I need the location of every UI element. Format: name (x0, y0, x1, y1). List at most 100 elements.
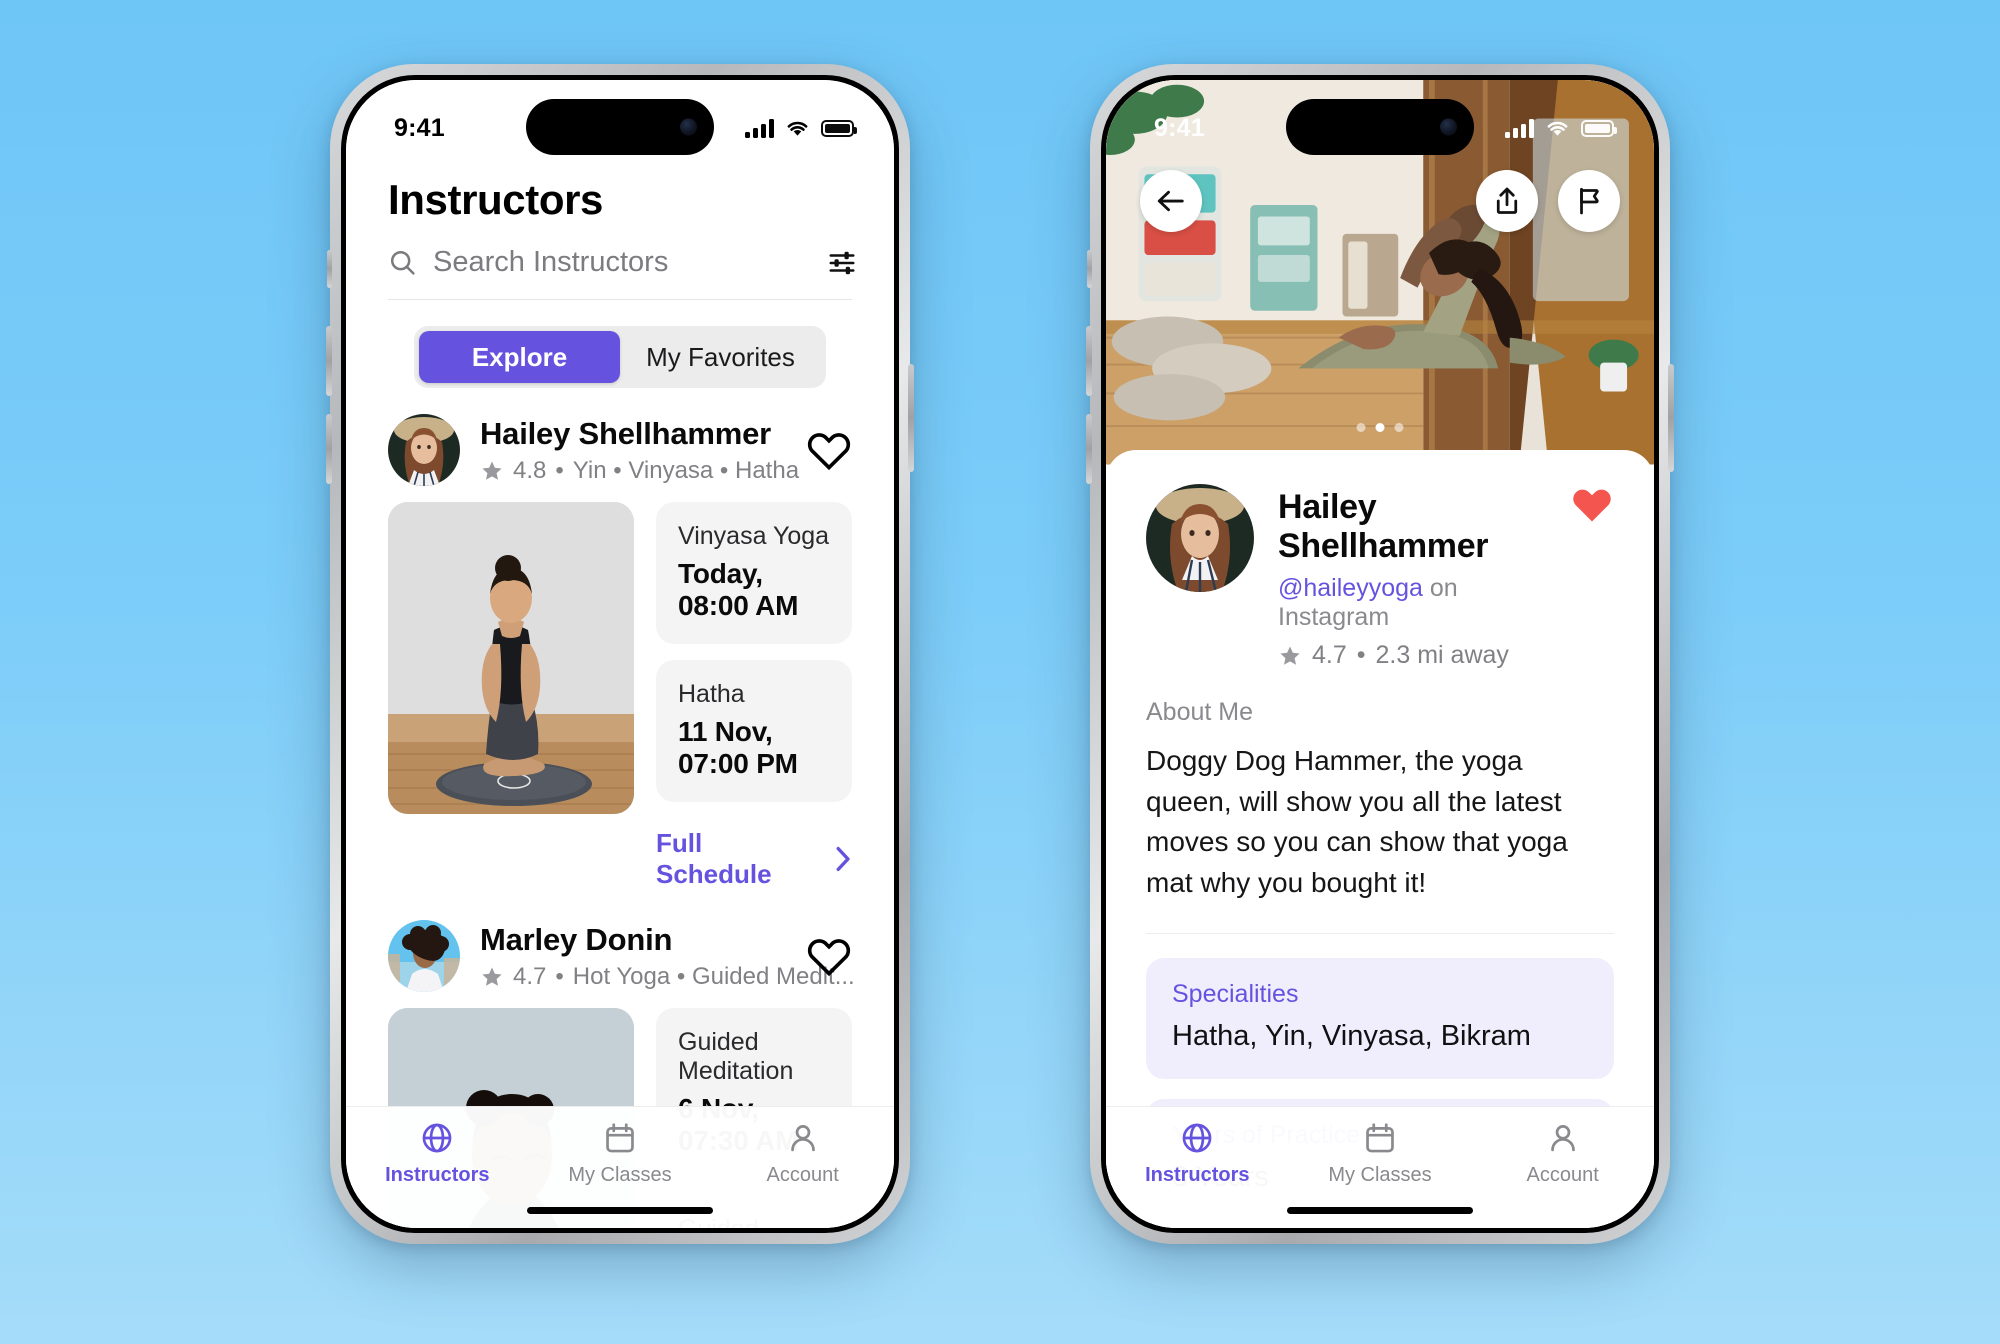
dynamic-island (526, 99, 714, 155)
tab-label: Account (766, 1164, 839, 1186)
report-button[interactable] (1558, 170, 1620, 232)
instagram-line[interactable]: @haileyyoga on Instagram (1278, 574, 1546, 632)
class-datetime: Today, 08:00 AM (678, 558, 799, 621)
instructor-rating: 4.7 (513, 962, 547, 990)
tab-instructors[interactable]: Instructors (346, 1121, 529, 1187)
class-slot[interactable]: Hatha 11 Nov, 07:00 PM (656, 660, 852, 802)
heart-filled-icon[interactable] (1570, 484, 1614, 524)
volume-up-button[interactable] (1086, 326, 1092, 396)
tab-explore[interactable]: Explore (419, 331, 620, 383)
chevron-right-icon (836, 846, 850, 872)
instructor-meta: Marley Donin 4.7 • Hot Yoga • Guided Med… (480, 922, 855, 991)
calendar-icon (606, 1123, 634, 1153)
carousel-dot-active[interactable] (1375, 423, 1385, 432)
power-button[interactable] (908, 364, 914, 472)
instructor-rating: 4.8 (513, 456, 547, 484)
signal-bars-icon (1505, 118, 1534, 138)
rating-separator: • (555, 456, 564, 484)
class-photo[interactable] (388, 502, 634, 814)
profile-body: Hailey Shellhammer @haileyyoga on Instag… (1106, 80, 1654, 1228)
search-bar[interactable] (346, 224, 894, 299)
instagram-handle[interactable]: @haileyyoga (1278, 574, 1423, 602)
star-icon (482, 967, 502, 986)
volume-down-button[interactable] (1086, 414, 1092, 484)
class-title: Hatha (678, 680, 745, 708)
class-title: Vinyasa Yoga (678, 522, 830, 550)
silent-switch[interactable] (327, 250, 332, 288)
tab-label: Instructors (1145, 1164, 1250, 1186)
search-icon (390, 250, 415, 275)
phone-bezel: 9:41 Instructors Search Instructors Expl… (341, 75, 899, 1233)
rating-separator: • (1356, 641, 1366, 669)
about-text: Doggy Dog Hammer, the yoga queen, will s… (1146, 745, 1568, 898)
front-camera-icon (680, 118, 697, 136)
tab-instructors[interactable]: Instructors (1106, 1121, 1289, 1187)
home-indicator[interactable] (527, 1207, 713, 1214)
battery-icon (821, 119, 857, 137)
tab-account[interactable]: Account (1471, 1121, 1654, 1187)
instructor-name: Hailey Shellhammer (480, 415, 772, 451)
segmented-control[interactable]: Explore My Favorites (414, 326, 826, 388)
carousel-dot[interactable] (1356, 423, 1366, 432)
tab-my-classes[interactable]: My Classes (529, 1121, 712, 1187)
silent-switch[interactable] (1087, 250, 1092, 288)
instructor-header[interactable]: Hailey Shellhammer 4.8 • Yin • Vinyasa •… (346, 388, 894, 492)
instructors-scroll[interactable]: Instructors Search Instructors Explore M… (346, 80, 894, 1228)
fact-value: Hatha, Yin, Vinyasa, Bikram (1172, 1020, 1531, 1053)
status-time: 9:41 (394, 113, 445, 142)
instructor-header[interactable]: Marley Donin 4.7 • Hot Yoga • Guided Med… (346, 894, 894, 998)
tab-label: Account (1526, 1164, 1599, 1186)
globe-icon (1182, 1123, 1212, 1153)
wifi-icon (787, 121, 808, 136)
dynamic-island (1286, 99, 1474, 155)
volume-down-button[interactable] (326, 414, 332, 484)
status-time: 9:41 (1154, 113, 1205, 142)
tab-label: My Classes (1328, 1164, 1432, 1186)
volume-up-button[interactable] (326, 326, 332, 396)
tab-my-classes[interactable]: My Classes (1289, 1121, 1472, 1187)
full-schedule-link[interactable]: Full Schedule (656, 818, 852, 894)
profile-distance: 2.3 mi away (1375, 641, 1509, 669)
phone-bezel: Hailey Shellhammer @haileyyoga on Instag… (1101, 75, 1659, 1233)
tab-label: My Classes (568, 1164, 672, 1186)
about-label: About Me (1146, 698, 1254, 726)
class-slot[interactable]: Vinyasa Yoga Today, 08:00 AM (656, 502, 852, 644)
carousel-dots[interactable] (1356, 423, 1404, 432)
header-divider (388, 299, 852, 300)
fact-label: Specialities (1172, 980, 1299, 1009)
back-button[interactable] (1140, 170, 1202, 232)
instructor-profile-screen: Hailey Shellhammer @haileyyoga on Instag… (1106, 80, 1654, 1228)
profile-info: Hailey Shellhammer @haileyyoga on Instag… (1278, 484, 1546, 670)
battery-icon (1581, 119, 1617, 137)
rating-separator: • (555, 962, 564, 990)
class-datetime: 11 Nov, 07:00 PM (678, 716, 798, 779)
tab-my-favorites[interactable]: My Favorites (620, 331, 821, 383)
profile-rating-row: 4.7 • 2.3 mi away (1278, 641, 1546, 670)
profile-name: Hailey Shellhammer (1278, 488, 1489, 565)
instructors-body: Instructors Search Instructors Explore M… (346, 80, 894, 1228)
avatar (1146, 484, 1254, 592)
instructors-list-screen: 9:41 Instructors Search Instructors Expl… (346, 80, 894, 1228)
heart-outline-icon[interactable] (806, 429, 852, 471)
tab-account[interactable]: Account (711, 1121, 894, 1187)
class-title: Guided Meditation (678, 1028, 794, 1085)
flag-icon (1580, 187, 1599, 215)
instructor-classes-row: Vinyasa Yoga Today, 08:00 AM Hatha 11 No… (346, 492, 894, 894)
profile-rating: 4.7 (1312, 641, 1347, 669)
share-button[interactable] (1476, 170, 1538, 232)
star-icon (482, 461, 502, 480)
person-icon (1550, 1125, 1575, 1152)
instructor-card-0[interactable]: Hailey Shellhammer 4.8 • Yin • Vinyasa •… (346, 388, 894, 894)
filter-sliders-icon[interactable] (826, 248, 858, 278)
heart-outline-icon[interactable] (806, 935, 852, 977)
section-divider (1146, 933, 1614, 935)
search-input[interactable] (433, 246, 810, 279)
carousel-dot[interactable] (1394, 423, 1404, 432)
profile-header: Hailey Shellhammer @haileyyoga on Instag… (1146, 484, 1614, 670)
phone-left: 9:41 Instructors Search Instructors Expl… (326, 64, 914, 1244)
home-indicator[interactable] (1287, 1207, 1473, 1214)
power-button[interactable] (1668, 364, 1674, 472)
arrow-left-icon (1157, 190, 1184, 212)
avatar (388, 920, 460, 992)
wifi-icon (1547, 121, 1568, 136)
